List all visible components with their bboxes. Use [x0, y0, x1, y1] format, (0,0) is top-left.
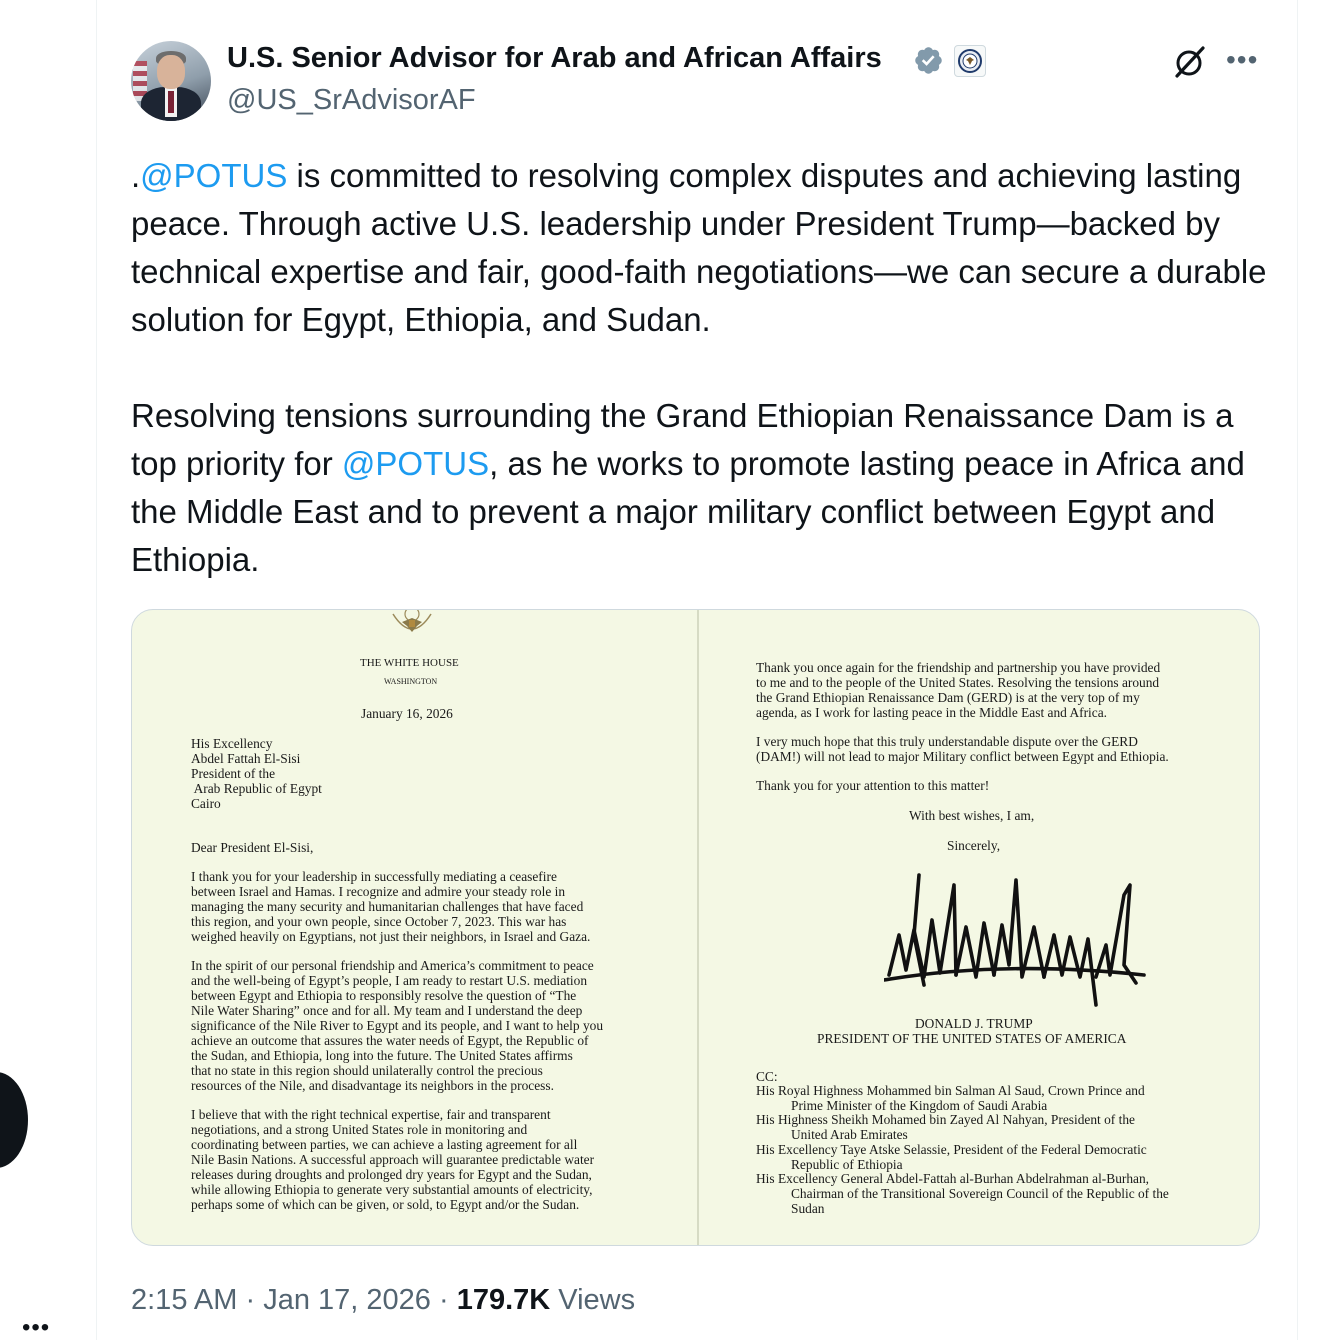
- tweet-media-letter[interactable]: THE WHITE HOUSE WASHINGTON January 16, 202…: [131, 609, 1260, 1246]
- verified-badge-icon[interactable]: [913, 45, 944, 76]
- letter-line: With best wishes, I am,: [909, 808, 1035, 823]
- letter-line: I believe that with the right technical …: [191, 1107, 551, 1122]
- letter-line: Republic of Ethiopia: [791, 1157, 903, 1172]
- tweet-paragraph-2: Resolving tensions surrounding the Grand…: [131, 392, 1281, 584]
- views-count: 179.7K: [456, 1284, 551, 1316]
- letter-line: In the spirit of our personal friendship…: [191, 958, 594, 973]
- letter-line: Nile Basin Nations. A successful approac…: [191, 1152, 595, 1167]
- author-name[interactable]: U.S. Senior Advisor for Arab and African…: [227, 42, 882, 75]
- letter-line: I very much hope that this truly underst…: [756, 734, 1138, 749]
- letter-line: WASHINGTON: [384, 677, 438, 686]
- tweet-text-segment: is committed to resolving complex disput…: [131, 157, 1267, 338]
- letter-line: releases during droughts and prolonged d…: [191, 1167, 592, 1182]
- views-label: Views: [558, 1284, 636, 1316]
- letter-line: I thank you for your leadership in succe…: [191, 869, 557, 884]
- letter-line: His Excellency Taye Atske Selassie, Pres…: [756, 1142, 1147, 1157]
- letter-line: resources of the Nile, and disadvantage …: [191, 1078, 554, 1093]
- letter-line: Dear President El-Sisi,: [191, 840, 314, 855]
- signature-image: [884, 873, 1146, 1007]
- letter-line: while allowing Ethiopia to generate very…: [191, 1182, 593, 1197]
- letter-line: His Excellency General Abdel-Fattah al-B…: [756, 1171, 1150, 1186]
- letter-line: THE WHITE HOUSE: [360, 657, 459, 669]
- letter-line: January 16, 2026: [361, 706, 453, 721]
- letter-line: the Grand Ethiopian Renaissance Dam (GER…: [756, 690, 1140, 705]
- grok-icon[interactable]: [1170, 42, 1210, 82]
- letter-page-1: THE WHITE HOUSE WASHINGTON January 16, 202…: [132, 610, 697, 1245]
- letter-line: and the well-being of Egypt’s people, I …: [191, 973, 588, 988]
- tweet-paragraph-1: .@POTUS is committed to resolving comple…: [131, 152, 1281, 344]
- letter-line: the Sudan, and Ethiopia, long into the f…: [191, 1048, 573, 1063]
- floating-action-button[interactable]: [0, 1072, 28, 1168]
- letter-line: that no state in this region should unil…: [191, 1063, 543, 1078]
- letter-line: achieve an outcome that assures the wate…: [191, 1033, 589, 1048]
- letter-line: Sudan: [791, 1201, 825, 1216]
- author-avatar[interactable]: [131, 41, 211, 121]
- letter-line: coordinating between parties, we can ach…: [191, 1137, 578, 1152]
- more-options-icon[interactable]: •••: [1226, 44, 1258, 76]
- letter-line: between Israel and Hamas. I recognize an…: [191, 884, 566, 899]
- letter-line: Abdel Fattah El-Sisi: [191, 751, 301, 766]
- letter-page-2: Thank you once again for the friendship …: [699, 610, 1259, 1245]
- letter-line: Chairman of the Transitional Sovereign C…: [791, 1186, 1169, 1201]
- letter-line: between Egypt and Ethiopia to responsibl…: [191, 988, 577, 1003]
- letter-line: agenda, as I work for lasting peace in t…: [756, 705, 1108, 720]
- letter-line: His Royal Highness Mohammed bin Salman A…: [756, 1083, 1145, 1098]
- letter-line: significance of the Nile River to Egypt …: [191, 1018, 604, 1033]
- presidential-seal-icon: [392, 610, 432, 632]
- letter-line: United Arab Emirates: [791, 1127, 908, 1142]
- letter-line: His Excellency: [191, 736, 273, 751]
- letter-line: negotiations, and a strong United States…: [191, 1122, 528, 1137]
- letter-line: Arab Republic of Egypt: [191, 781, 322, 796]
- letter-line: this region, and your own people, since …: [191, 914, 567, 929]
- letter-line: Thank you for your attention to this mat…: [756, 778, 990, 793]
- separator: ·: [245, 1284, 256, 1316]
- letter-line: CC:: [756, 1069, 778, 1084]
- letter-line: Nile Water Sharing” once and for all. My…: [191, 1003, 583, 1018]
- separator: ·: [438, 1284, 449, 1316]
- letter-line: perhaps some of which can be given, or s…: [191, 1197, 580, 1212]
- tweet-time: 2:15 AM: [131, 1284, 238, 1316]
- mention-link[interactable]: @POTUS: [342, 445, 489, 482]
- tweet-date: Jan 17, 2026: [263, 1284, 431, 1316]
- author-handle[interactable]: @US_SrAdvisorAF: [227, 84, 476, 117]
- government-seal-icon[interactable]: [954, 45, 986, 77]
- letter-line: President of the: [191, 766, 276, 781]
- letter-line: Sincerely,: [947, 838, 1001, 853]
- letter-line: weighed heavily on Egyptians, not just t…: [191, 929, 591, 944]
- tweet-timestamp[interactable]: 2:15 AM · Jan 17, 2026 · 179.7K Views: [131, 1284, 635, 1317]
- letter-line: Cairo: [191, 796, 221, 811]
- letter-line: DONALD J. TRUMP: [915, 1016, 1033, 1031]
- letter-line: to me and to the people of the United St…: [756, 675, 1160, 690]
- tweet-text: .@POTUS is committed to resolving comple…: [131, 152, 1281, 584]
- letter-line: PRESIDENT OF THE UNITED STATES OF AMERIC…: [817, 1031, 1127, 1046]
- more-icon[interactable]: •••: [22, 1314, 50, 1342]
- letter-line: Prime Minister of the Kingdom of Saudi A…: [791, 1098, 1048, 1113]
- tweet-text-segment: .: [131, 157, 141, 194]
- mention-link[interactable]: @POTUS: [140, 157, 287, 194]
- letter-line: Thank you once again for the friendship …: [756, 660, 1161, 675]
- letter-line: (DAM!) will not lead to major Military c…: [756, 749, 1169, 764]
- letter-line: His Highness Sheikh Mohamed bin Zayed Al…: [756, 1112, 1135, 1127]
- letter-line: managing the many security and humanitar…: [191, 899, 584, 914]
